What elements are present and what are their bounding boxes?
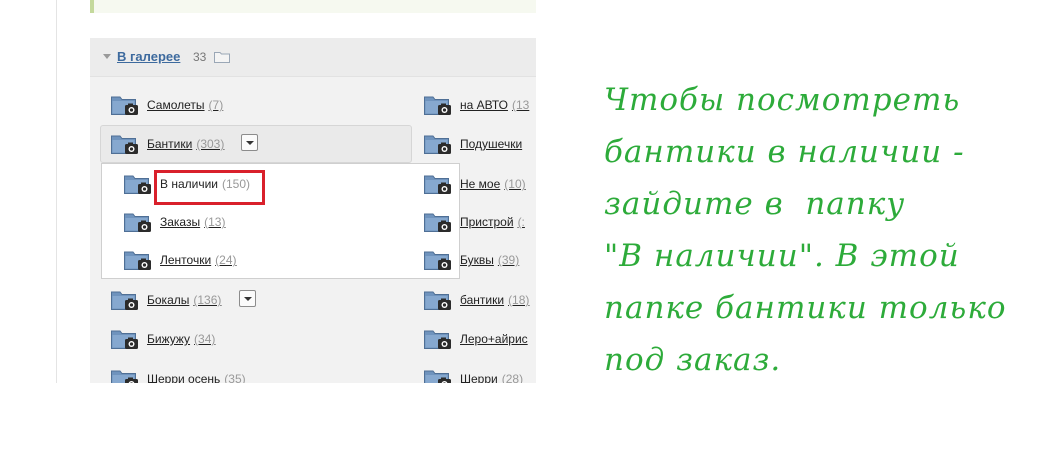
folder-name[interactable]: Самолеты (7) [147,98,223,112]
folder-name[interactable]: Бижужу (34) [147,332,215,346]
folder-name[interactable]: Буквы (39) [460,253,519,267]
note-strip [90,0,536,13]
folder-outline-icon[interactable] [214,50,230,63]
folder-name[interactable]: Шерри осень (35) [147,372,246,383]
highlight-red-frame [154,170,265,205]
camera-folder-icon [424,249,452,271]
folder-count: (39) [497,253,520,267]
camera-folder-icon [424,133,452,155]
folder-count: (34) [194,332,216,346]
annotation-line: под заказ. [604,342,782,378]
gallery-screenshot: В галерее 33 Самолеты (7) Бантики (303) Бо… [0,0,536,383]
handwritten-annotation: Чтобы посмотреть бантики в наличии - зай… [604,74,1054,386]
gallery-count: 33 [193,50,207,64]
annotation-line: зайдите в папку [604,186,906,222]
folder-name[interactable]: Бокалы (136) [147,293,221,307]
camera-folder-icon [111,289,139,311]
camera-folder-icon [424,211,452,233]
annotation-line: Чтобы посмотреть [604,82,961,118]
folder-count: (: [517,215,525,229]
camera-folder-icon [424,289,452,311]
folder-count: (18) [508,293,530,307]
camera-folder-icon [124,173,152,195]
gallery-title-link[interactable]: В галерее [117,49,180,64]
camera-folder-icon [124,211,152,233]
annotation-line: папке бантики только [604,290,1007,326]
folder-name[interactable]: бантики (18) [460,293,529,307]
subfolder-name[interactable]: Ленточки (24) [160,253,237,267]
folder-name[interactable]: Подушечки [460,137,526,151]
camera-folder-icon [111,368,139,383]
folder-count: (7) [208,98,224,112]
folder-name[interactable]: Пристрой (: [460,215,525,229]
folder-name[interactable]: на АВТО (13 [460,98,529,112]
folder-count: (303) [196,137,225,151]
folder-name[interactable]: Не мое (10) [460,177,526,191]
dropdown-arrow-icon[interactable] [241,134,258,151]
annotation-line: "В наличии". В этой [604,238,960,274]
folder-count: (136) [193,293,222,307]
subfolder-count: (24) [215,253,237,267]
folder-name[interactable]: Бантики (303) [147,137,224,151]
camera-folder-icon [424,368,452,383]
camera-folder-icon [424,328,452,350]
dropdown-arrow-icon[interactable] [239,290,256,307]
folder-name[interactable]: Леро+айрис [460,332,532,346]
folder-name[interactable]: Шерри (28) [460,372,523,383]
page-border-line [56,0,57,383]
subfolder-count: (13) [204,215,226,229]
camera-folder-icon [124,249,152,271]
folder-count: (28) [501,372,524,383]
gallery-panel: В галерее 33 Самолеты (7) Бантики (303) Бо… [90,38,536,383]
camera-folder-icon [111,133,139,155]
folder-count: (10) [504,177,526,191]
folder-count: (35) [224,372,246,383]
gallery-header: В галерее 33 [90,38,536,77]
camera-folder-icon [424,94,452,116]
caret-down-icon[interactable] [103,54,111,59]
subfolder-name[interactable]: Заказы (13) [160,215,225,229]
folder-count: (13 [511,98,530,112]
camera-folder-icon [111,328,139,350]
camera-folder-icon [111,94,139,116]
annotation-line: бантики в наличии - [604,134,965,170]
camera-folder-icon [424,173,452,195]
